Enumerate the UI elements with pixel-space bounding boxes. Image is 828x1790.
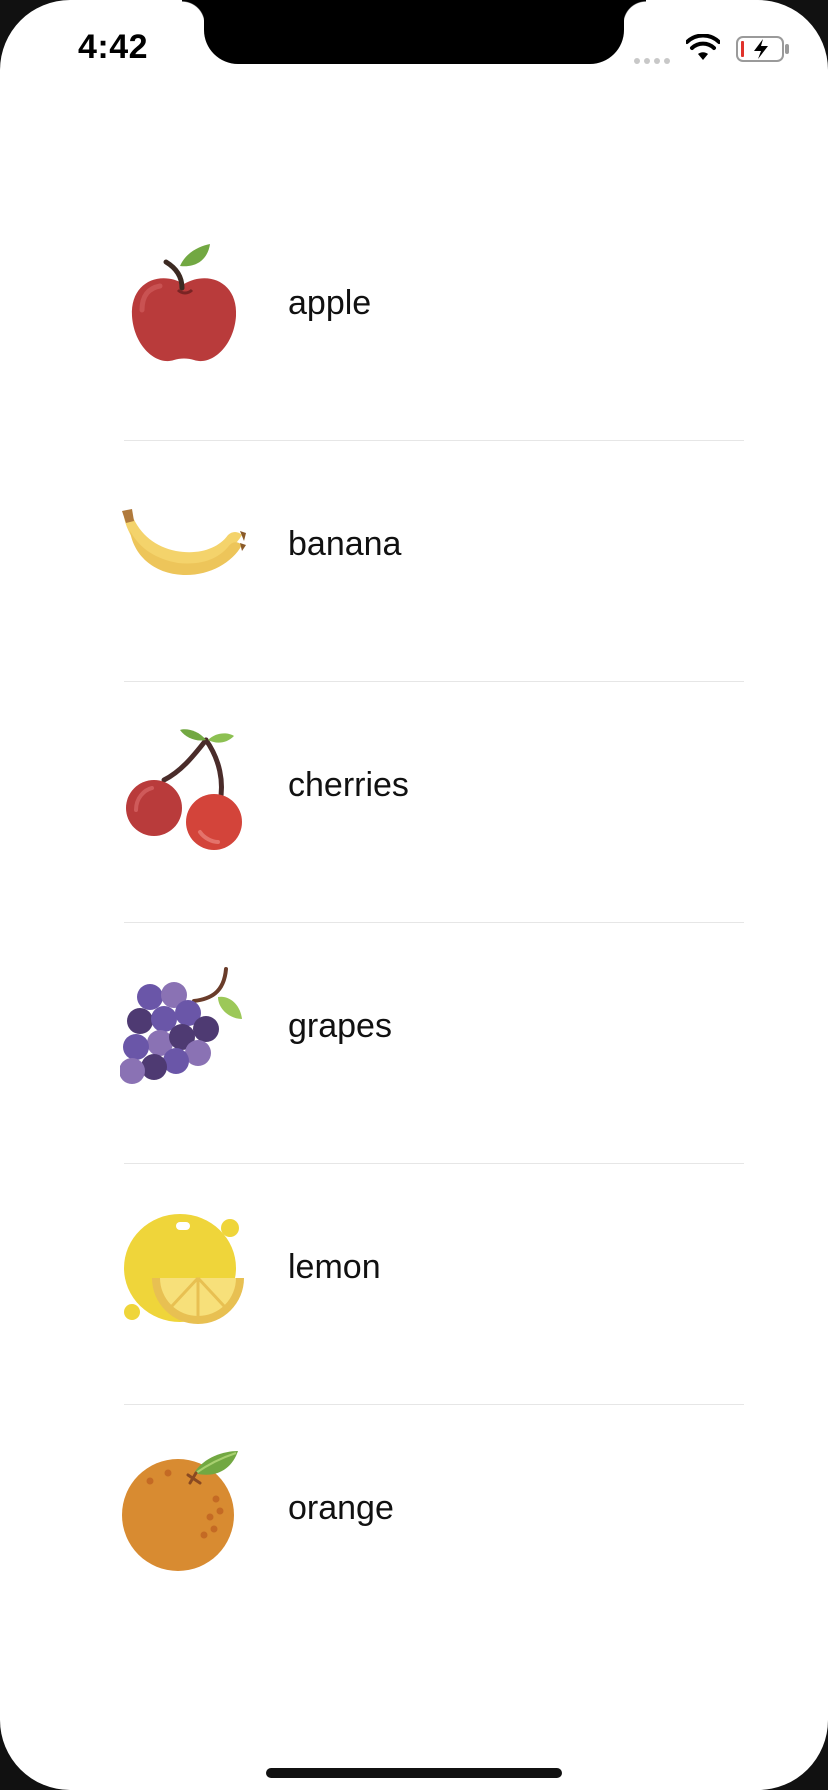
- list-item[interactable]: lemon: [124, 1164, 744, 1405]
- cellular-signal-icon: [634, 56, 672, 64]
- fruit-label: cherries: [288, 766, 409, 804]
- list-item[interactable]: apple: [124, 200, 744, 441]
- fruit-label: lemon: [288, 1248, 381, 1286]
- list-item[interactable]: grapes: [120, 923, 744, 1164]
- lemon-icon: [124, 1214, 244, 1324]
- apple-icon: [131, 244, 237, 362]
- fruit-label: banana: [288, 525, 402, 563]
- phone-screen: 4:42 apple banana cherries grapes lemon …: [0, 0, 828, 1790]
- list-item[interactable]: cherries: [124, 682, 744, 923]
- wifi-icon: [686, 34, 720, 60]
- grapes-icon: [120, 967, 242, 1084]
- battery-charging-icon: [736, 36, 789, 62]
- home-indicator[interactable]: [266, 1768, 562, 1778]
- camera-notch: [182, 0, 646, 64]
- fruit-list: apple banana cherries grapes lemon orang…: [120, 200, 744, 1645]
- fruit-label: orange: [288, 1489, 394, 1527]
- fruit-label: grapes: [288, 1007, 392, 1045]
- list-item[interactable]: banana: [122, 441, 744, 682]
- status-time: 4:42: [78, 28, 149, 66]
- cherries-icon: [126, 729, 242, 850]
- banana-icon: [122, 509, 246, 575]
- orange-icon: [122, 1451, 238, 1571]
- fruit-label: apple: [288, 284, 372, 322]
- list-item[interactable]: orange: [122, 1405, 744, 1645]
